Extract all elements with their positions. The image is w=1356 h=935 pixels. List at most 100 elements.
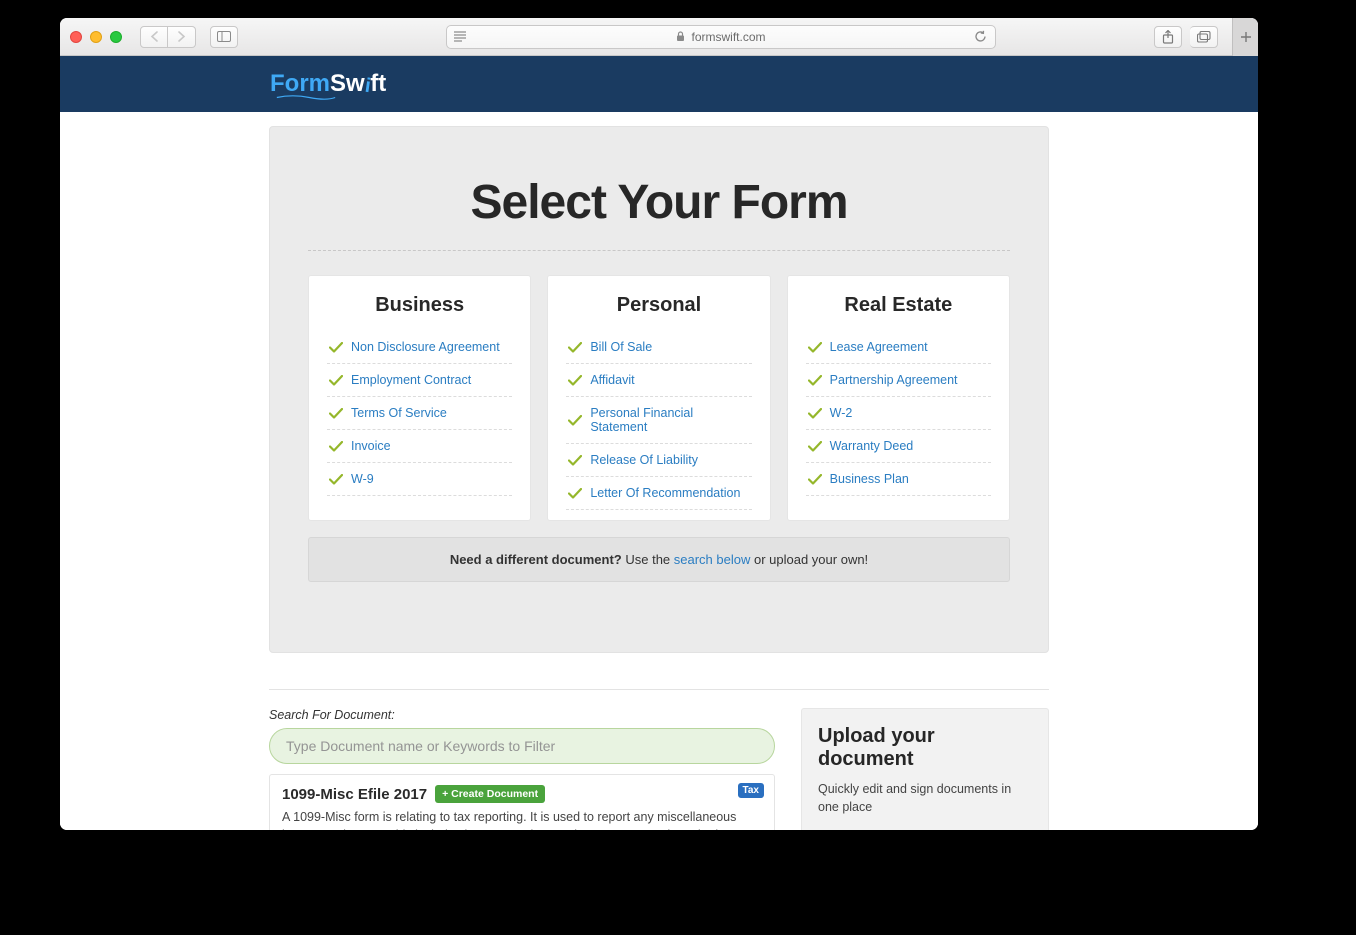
category-item: Letter Of Recommendation	[566, 477, 751, 510]
check-icon	[329, 342, 343, 353]
search-result-card[interactable]: Tax 1099-Misc Efile 2017 + Create Docume…	[269, 774, 775, 830]
create-document-button[interactable]: + Create Document	[435, 785, 545, 803]
category-cards: Business Non Disclosure Agreement Employme…	[308, 275, 1010, 521]
form-link[interactable]: Lease Agreement	[830, 340, 928, 354]
form-link[interactable]: Employment Contract	[351, 373, 471, 387]
form-link[interactable]: Personal Financial Statement	[590, 406, 749, 434]
category-item: Business Plan	[806, 463, 991, 496]
category-item: Non Disclosure Agreement	[327, 331, 512, 364]
category-item: Release Of Liability	[566, 444, 751, 477]
check-icon	[568, 455, 582, 466]
check-icon	[329, 441, 343, 452]
search-input[interactable]	[269, 728, 775, 764]
result-title: 1099-Misc Efile 2017	[282, 786, 427, 803]
category-item: Employment Contract	[327, 364, 512, 397]
check-icon	[808, 342, 822, 353]
category-item: Lease Agreement	[806, 331, 991, 364]
form-link[interactable]: Terms Of Service	[351, 406, 447, 420]
category-card: Personal Bill Of Sale Affidavit Personal Fi…	[547, 275, 770, 521]
share-icon	[1162, 30, 1174, 44]
form-link[interactable]: Partnership Agreement	[830, 373, 958, 387]
lower-section: Search For Document: Tax 1099-Misc Efile…	[269, 708, 1049, 830]
close-icon[interactable]	[70, 31, 82, 43]
category-list: Non Disclosure Agreement Employment Contr…	[327, 331, 512, 496]
page-title: Select Your Form	[308, 175, 1010, 230]
need-different-bold: Need a different document?	[450, 552, 622, 567]
form-link[interactable]: Invoice	[351, 439, 391, 453]
window-controls	[70, 31, 122, 43]
logo-underline-icon	[270, 95, 342, 100]
site-header: FormSwift	[60, 56, 1258, 112]
tabs-button[interactable]	[1190, 26, 1218, 48]
lock-icon	[676, 31, 685, 42]
logo[interactable]: FormSwift	[270, 70, 386, 98]
url-text: formswift.com	[691, 30, 765, 44]
reader-icon[interactable]	[453, 31, 467, 42]
check-icon	[329, 375, 343, 386]
result-header: 1099-Misc Efile 2017 + Create Document	[282, 785, 762, 803]
category-item: Affidavit	[566, 364, 751, 397]
search-label: Search For Document:	[269, 708, 775, 722]
hero-panel: Select Your Form Business Non Disclosure …	[269, 126, 1049, 653]
titlebar: formswift.com	[60, 18, 1258, 56]
maximize-icon[interactable]	[110, 31, 122, 43]
check-icon	[568, 488, 582, 499]
form-link[interactable]: Affidavit	[590, 373, 634, 387]
form-link[interactable]: W-2	[830, 406, 853, 420]
page-viewport: FormSwift Select Your Form Business Non D…	[60, 56, 1258, 830]
toolbar-right	[1154, 26, 1218, 48]
check-icon	[568, 375, 582, 386]
check-icon	[808, 408, 822, 419]
need-different-bar: Need a different document? Use the searc…	[308, 537, 1010, 582]
chevron-left-icon	[150, 31, 159, 42]
chevron-right-icon	[177, 31, 186, 42]
category-item: Partnership Agreement	[806, 364, 991, 397]
check-icon	[808, 474, 822, 485]
category-item: Bill Of Sale	[566, 331, 751, 364]
browser-window: formswift.com FormSwift	[60, 18, 1258, 830]
check-icon	[568, 342, 582, 353]
upload-panel: Upload your document Quickly edit and si…	[801, 708, 1049, 830]
check-icon	[329, 408, 343, 419]
form-link[interactable]: W-9	[351, 472, 374, 486]
category-title: Personal	[566, 294, 751, 317]
check-icon	[808, 441, 822, 452]
search-below-link[interactable]: search below	[674, 552, 751, 567]
category-item: W-9	[327, 463, 512, 496]
result-description: A 1099-Misc form is relating to tax repo…	[282, 809, 762, 830]
minimize-icon[interactable]	[90, 31, 102, 43]
address-bar[interactable]: formswift.com	[446, 25, 996, 49]
category-title: Real Estate	[806, 294, 991, 317]
category-title: Business	[327, 294, 512, 317]
result-tag: Tax	[738, 783, 765, 798]
category-item: Warranty Deed	[806, 430, 991, 463]
form-link[interactable]: Bill Of Sale	[590, 340, 652, 354]
forward-button[interactable]	[168, 26, 196, 48]
nav-back-forward	[140, 26, 196, 48]
plus-icon	[1240, 31, 1252, 43]
back-button[interactable]	[140, 26, 168, 48]
hero-divider	[308, 250, 1010, 251]
tabs-icon	[1197, 31, 1211, 43]
category-card: Business Non Disclosure Agreement Employme…	[308, 275, 531, 521]
reload-icon[interactable]	[974, 30, 987, 43]
form-link[interactable]: Letter Of Recommendation	[590, 486, 740, 500]
category-item: W-2	[806, 397, 991, 430]
sidebar-button[interactable]	[210, 26, 238, 48]
check-icon	[329, 474, 343, 485]
new-tab-button[interactable]	[1233, 25, 1258, 49]
form-link[interactable]: Warranty Deed	[830, 439, 914, 453]
form-link[interactable]: Business Plan	[830, 472, 909, 486]
form-link[interactable]: Non Disclosure Agreement	[351, 340, 500, 354]
form-link[interactable]: Release Of Liability	[590, 453, 698, 467]
category-item: Personal Financial Statement	[566, 397, 751, 444]
sidebar-icon	[217, 31, 231, 42]
share-button[interactable]	[1154, 26, 1182, 48]
section-divider	[269, 689, 1049, 690]
check-icon	[568, 415, 582, 426]
page-content: Select Your Form Business Non Disclosure …	[269, 126, 1049, 830]
category-card: Real Estate Lease Agreement Partnership Ag…	[787, 275, 1010, 521]
upload-description: Quickly edit and sign documents in one p…	[818, 781, 1032, 816]
search-column: Search For Document: Tax 1099-Misc Efile…	[269, 708, 775, 830]
new-tab-strip	[1232, 18, 1258, 56]
